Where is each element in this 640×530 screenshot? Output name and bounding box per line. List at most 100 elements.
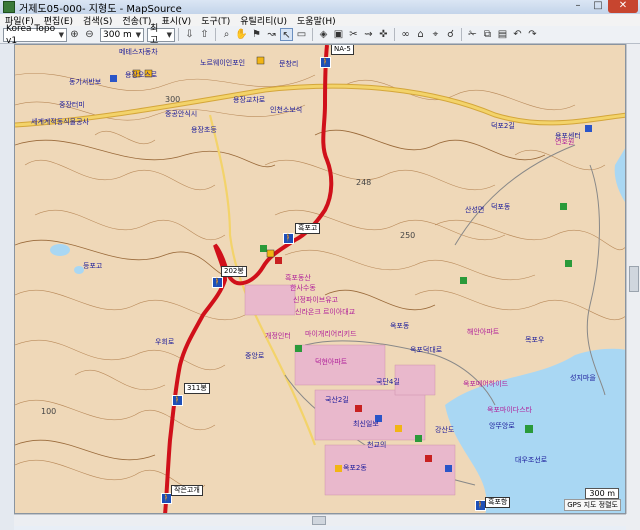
route-tool-icon[interactable]: ↝ xyxy=(265,28,278,41)
scrollbar-corner xyxy=(626,514,640,530)
toolbar-separator xyxy=(178,28,179,41)
copy-icon[interactable]: ⧉ xyxy=(481,28,494,41)
map-label: 마이개리어리키드 xyxy=(305,330,357,338)
maximize-button[interactable]: □ xyxy=(588,0,608,13)
contour-label: 250 xyxy=(400,231,416,240)
map-product-value: Korea Topo v1 xyxy=(6,23,56,46)
toolbar-separator xyxy=(394,28,395,41)
map-label: 노르웨이인포인 xyxy=(200,59,246,67)
waypoint-heukpogo[interactable]: 흑포고 xyxy=(295,223,321,234)
undo-icon[interactable]: ↶ xyxy=(511,28,524,41)
menu-tools[interactable]: 도구(T) xyxy=(196,14,235,27)
send-to-device-icon[interactable]: ⇧ xyxy=(198,28,211,41)
left-panel-edge xyxy=(0,44,14,530)
menu-bar: 파일(F) 편집(E) 검색(S) 전송(T) 표시(V) 도구(T) 유틸리티… xyxy=(0,14,640,27)
map-label: 동기서반보 xyxy=(69,78,102,86)
find-place-icon[interactable]: ⌂ xyxy=(414,28,427,41)
toolbar-separator xyxy=(215,28,216,41)
track-tool-icon[interactable]: ◈ xyxy=(317,28,330,41)
minimize-button[interactable]: – xyxy=(568,0,588,13)
map-label: 대우조선로 xyxy=(515,456,548,464)
receive-from-device-icon[interactable]: ⇩ xyxy=(183,28,196,41)
map-view[interactable]: NA-5 🚶 🚶 흑포고 🚶 202봉 🚶 311봉 🚶 작은고개 🚶 흑포항 … xyxy=(14,44,626,514)
redo-icon[interactable]: ↷ xyxy=(526,28,539,41)
hiker-icon[interactable]: 🚶 xyxy=(212,277,223,288)
map-label: 강산도 xyxy=(435,426,455,434)
contour-label: 248 xyxy=(356,178,372,187)
map-label: 덕포2길 xyxy=(491,122,515,130)
waypoint-heukpohang[interactable]: 흑포항 xyxy=(485,497,511,508)
find-address-icon[interactable]: ⌖ xyxy=(429,28,442,41)
map-status-label: GPS 지도 정렬도 xyxy=(564,499,621,511)
toolbar: Korea Topo v1 ▼ ⊕ ⊖ 300 m ▼ 최고 ▼ ⇩ ⇧ ⌕ ✋ ⚑ … xyxy=(0,24,640,46)
menu-utilities[interactable]: 유틸리티(U) xyxy=(235,14,292,27)
map-tool-icon[interactable]: ▣ xyxy=(332,28,345,41)
window-controls: – □ ✕ xyxy=(568,0,638,13)
map-label: 연호원 xyxy=(555,138,575,146)
zoom-level-value: 300 m xyxy=(103,29,132,40)
detail-value: 최고 xyxy=(150,23,159,46)
hiker-icon[interactable]: 🚶 xyxy=(283,233,294,244)
paste-icon[interactable]: ▤ xyxy=(496,28,509,41)
map-label: 옥포메어하이드 xyxy=(463,380,509,388)
chevron-down-icon: ▼ xyxy=(166,30,172,39)
zoom-in-icon[interactable]: ⊕ xyxy=(68,28,81,41)
toolbar-separator xyxy=(312,28,313,41)
hand-tool-icon[interactable]: ✋ xyxy=(235,28,248,41)
map-label: 신라온크 르이아대교 xyxy=(295,308,356,316)
map-label: 중장터미 xyxy=(59,101,85,109)
find-poi-icon[interactable]: ☌ xyxy=(444,28,457,41)
map-label: 등포고 xyxy=(83,262,103,270)
map-label: 해안아파트 xyxy=(467,328,500,336)
map-label: 문창리 xyxy=(279,60,299,68)
chevron-down-icon: ▼ xyxy=(135,30,141,39)
zoom-out-icon[interactable]: ⊖ xyxy=(83,28,96,41)
map-label: 개정인터 xyxy=(265,332,291,340)
contour-label: 300 xyxy=(165,95,181,104)
hiker-icon[interactable]: 🚶 xyxy=(320,57,331,68)
map-label: 중공안식시 xyxy=(165,110,198,118)
detail-select[interactable]: 최고 ▼ xyxy=(147,24,175,46)
map-label: 앙뚜앙로 xyxy=(489,422,515,430)
menu-help[interactable]: 도움말(H) xyxy=(292,14,341,27)
horizontal-scrollbar[interactable] xyxy=(14,514,626,526)
map-label: 옥포마이다스타 xyxy=(487,406,533,414)
vertical-scrollbar[interactable] xyxy=(626,44,640,514)
close-button[interactable]: ✕ xyxy=(608,0,638,13)
reservoir xyxy=(50,244,70,256)
waypoint-202[interactable]: 202봉 xyxy=(221,266,247,277)
map-label: 흑포동산 xyxy=(285,274,311,282)
waypoint-jageungogae[interactable]: 작은고개 xyxy=(171,485,203,496)
map-canvas xyxy=(15,45,625,513)
route-calc-icon[interactable]: ⇝ xyxy=(362,28,375,41)
binoculars-icon[interactable]: ∞ xyxy=(399,28,412,41)
map-label: 인천소보석 xyxy=(270,106,303,114)
center-icon[interactable]: ✜ xyxy=(377,28,390,41)
map-label: 메테스자동차 xyxy=(119,48,158,56)
cut-icon[interactable]: ✁ xyxy=(466,28,479,41)
vertical-scroll-thumb[interactable] xyxy=(629,266,639,292)
map-label: 산성면 xyxy=(465,206,485,214)
menu-search[interactable]: 검색(S) xyxy=(78,14,117,27)
erase-tool-icon[interactable]: ✂ xyxy=(347,28,360,41)
map-product-select[interactable]: Korea Topo v1 ▼ xyxy=(3,24,67,46)
horizontal-scroll-thumb[interactable] xyxy=(312,516,326,525)
waypoint-311[interactable]: 311봉 xyxy=(184,383,210,394)
map-label: 용장교차로 xyxy=(233,96,266,104)
map-label: 옥포2동 xyxy=(343,464,367,472)
map-label: 용장초등 xyxy=(191,126,217,134)
hiker-icon[interactable]: 🚶 xyxy=(172,395,183,406)
map-label: 목포우 xyxy=(525,336,545,344)
window-title: 거제도05-000- 지형도 - MapSource xyxy=(19,3,182,15)
map-label: 한사수동 xyxy=(290,284,316,292)
map-label: 천교의 xyxy=(367,441,387,449)
zoom-level-select[interactable]: 300 m ▼ xyxy=(100,27,144,42)
waypoint-tool-icon[interactable]: ⚑ xyxy=(250,28,263,41)
map-label: 국산2길 xyxy=(325,396,349,404)
select-tool-icon[interactable]: ↖ xyxy=(280,28,293,41)
toolbar-separator xyxy=(461,28,462,41)
measure-tool-icon[interactable]: ▭ xyxy=(295,28,308,41)
waypoint-na5[interactable]: NA-5 xyxy=(331,45,354,55)
map-label: 옥포덕대로 xyxy=(410,346,443,354)
zoom-tool-icon[interactable]: ⌕ xyxy=(220,28,233,41)
